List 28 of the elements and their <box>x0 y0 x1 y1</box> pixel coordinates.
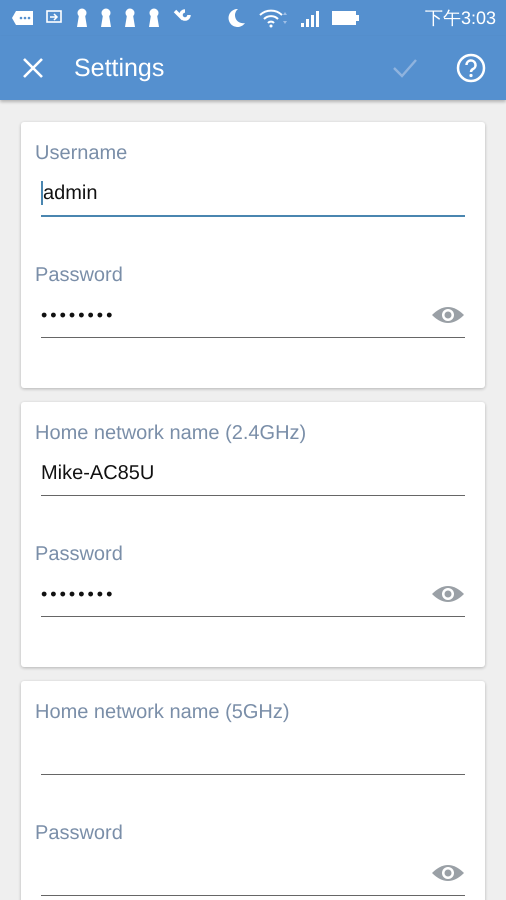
field-label: Username <box>35 141 128 165</box>
field-label: Password <box>35 821 124 845</box>
keyhole-icon <box>124 8 136 28</box>
text-field[interactable]: admin <box>41 171 465 217</box>
screen-title: Settings <box>74 54 166 82</box>
message-icon <box>12 10 34 26</box>
battery-icon <box>332 10 360 26</box>
field-label: Password <box>35 542 124 566</box>
password-field[interactable]: •••••••• <box>41 572 465 617</box>
close-icon[interactable] <box>22 57 44 79</box>
keyhole-icon <box>76 8 88 28</box>
field-label: Home network name (5GHz) <box>35 700 291 724</box>
text-field[interactable]: Mike-AC85U <box>41 451 465 496</box>
wifi-icon <box>258 8 288 28</box>
signal-icon <box>300 8 320 28</box>
status-time: 下午3:03 <box>424 7 496 30</box>
eye-icon[interactable] <box>431 863 465 883</box>
password-field[interactable]: •••••••• <box>41 293 465 338</box>
keyhole-icon <box>100 8 112 28</box>
eye-icon[interactable] <box>431 584 465 604</box>
checkmark-icon[interactable] <box>392 57 418 79</box>
moon-icon <box>226 8 246 28</box>
keyhole-icon <box>148 8 160 28</box>
eye-icon[interactable] <box>431 305 465 325</box>
screen-cast-icon <box>46 10 64 26</box>
help-icon[interactable] <box>456 53 486 83</box>
field-label: Home network name (2.4GHz) <box>35 421 308 445</box>
field-label: Password <box>35 263 124 287</box>
